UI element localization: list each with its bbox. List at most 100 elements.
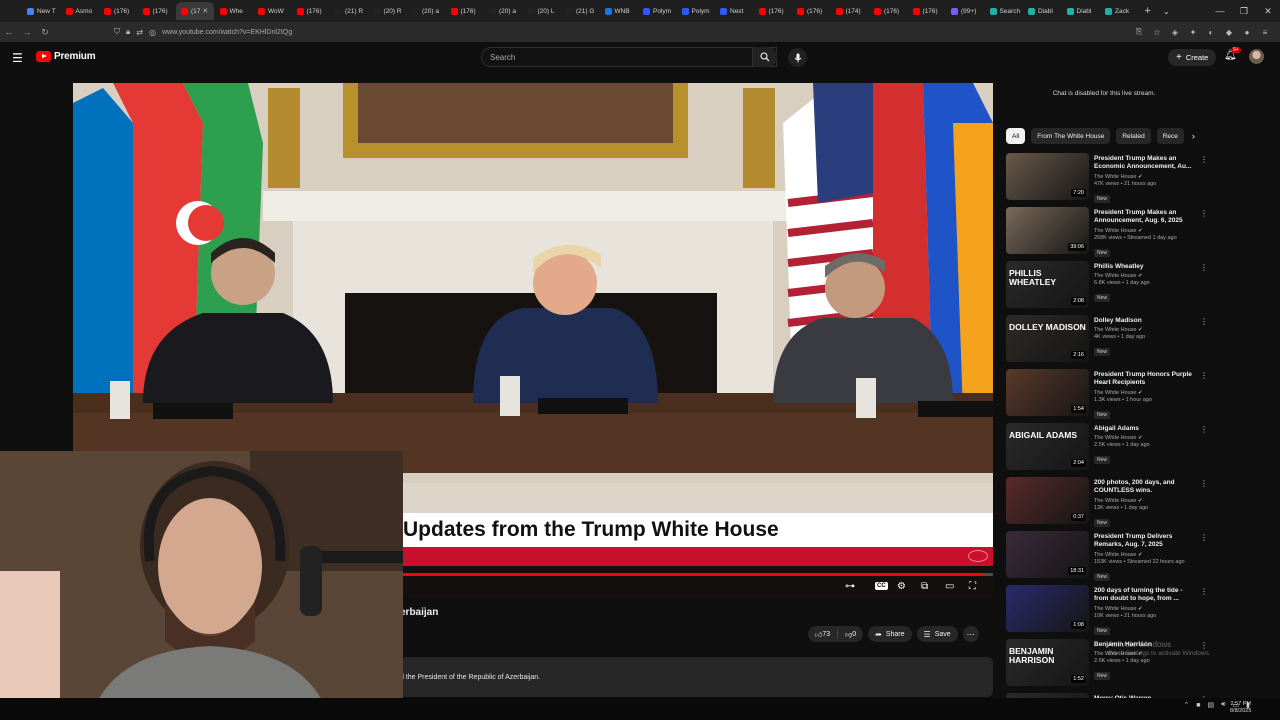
extension2-icon[interactable]: ◐ <box>1202 28 1220 37</box>
dislike-button[interactable]: 👎︎ 0 <box>838 626 863 642</box>
browser-tab[interactable]: (99+) <box>946 2 984 20</box>
youtube-logo[interactable]: Premium <box>36 51 96 62</box>
channel-name[interactable]: The White House ✔ <box>1094 273 1198 279</box>
browser-tab[interactable]: (20) L <box>523 2 561 20</box>
chevron-up-icon[interactable]: ⌃ <box>1183 701 1189 709</box>
maximize-icon[interactable]: ❐ <box>1232 6 1256 17</box>
browser-tab[interactable]: (176) <box>792 2 830 20</box>
extension-icon[interactable]: ◈ <box>1166 28 1184 37</box>
network-icon[interactable]: ▤ <box>1207 701 1214 709</box>
filter-chip[interactable]: From The White House <box>1031 128 1111 144</box>
captions-icon[interactable]: CC <box>875 582 888 590</box>
video-title-link[interactable]: Phillis Wheatley <box>1094 263 1198 271</box>
fullscreen-icon[interactable]: ⛶ <box>969 581 976 592</box>
install-app-icon[interactable]: ⎘ <box>1130 27 1148 37</box>
browser-tab[interactable]: (176) <box>908 2 946 20</box>
tracking-icon[interactable]: ◎ <box>149 28 156 37</box>
video-title-link[interactable]: President Trump Makes an Announcement, A… <box>1094 209 1198 226</box>
more-actions-icon[interactable]: ⋯ <box>962 626 979 642</box>
back-icon[interactable]: ← <box>0 27 18 37</box>
like-button[interactable]: 👍︎ 73 <box>808 626 837 642</box>
browser-tab[interactable]: Search <box>985 2 1023 20</box>
tab-search-icon[interactable]: ⌄ <box>1163 7 1170 16</box>
channel-name[interactable]: The White House ✔ <box>1094 327 1198 333</box>
more-options-icon[interactable]: ⋮ <box>1200 533 1208 542</box>
share-button[interactable]: ➦ Share <box>868 626 912 642</box>
list-item[interactable]: 18:31 President Trump Delivers Remarks, A… <box>1006 531 1210 585</box>
browser-tab[interactable]: (20) R <box>369 2 407 20</box>
forward-icon[interactable]: → <box>18 27 36 37</box>
video-title-link[interactable]: 200 photos, 200 days, and COUNTLESS wins… <box>1094 479 1198 496</box>
search-input[interactable] <box>490 52 730 62</box>
new-tab-icon[interactable]: + <box>1145 5 1151 17</box>
browser-tab[interactable]: (20) a <box>484 2 522 20</box>
chevron-right-icon[interactable]: › <box>1192 131 1195 141</box>
browser-tab[interactable]: (21) G <box>561 2 599 20</box>
video-thumbnail[interactable]: 18:31 <box>1006 531 1089 578</box>
more-options-icon[interactable]: ⋮ <box>1200 209 1208 218</box>
browser-tab[interactable]: Diabl <box>1062 2 1100 20</box>
filter-chip[interactable]: Related <box>1116 128 1151 144</box>
channel-name[interactable]: The White House ✔ <box>1094 390 1198 396</box>
video-thumbnail[interactable]: 1:08 <box>1006 585 1089 632</box>
volume-icon[interactable]: 🔊︎ <box>1221 701 1225 709</box>
minimize-icon[interactable]: — <box>1208 6 1232 16</box>
profile-icon[interactable]: ● <box>1238 28 1256 37</box>
video-title-link[interactable]: President Trump Honors Purple Heart Reci… <box>1094 371 1198 388</box>
theater-mode-icon[interactable]: ▭ <box>945 581 954 592</box>
list-item[interactable]: 1:54 President Trump Honors Purple Heart … <box>1006 369 1210 423</box>
browser-tab[interactable]: Zack <box>1100 2 1138 20</box>
extension3-icon[interactable]: ◆ <box>1220 28 1238 37</box>
video-thumbnail[interactable]: 0:37 <box>1006 477 1089 524</box>
browser-tab[interactable]: WoW <box>253 2 291 20</box>
channel-name[interactable]: The White House ✔ <box>1094 435 1198 441</box>
browser-tab[interactable]: (17 ✕ <box>176 2 214 20</box>
video-thumbnail[interactable]: 39:06 <box>1006 207 1089 254</box>
browser-tab[interactable]: Whe <box>215 2 253 20</box>
list-item[interactable]: 39:06 President Trump Makes an Announceme… <box>1006 207 1210 261</box>
voice-search-button[interactable] <box>788 48 807 67</box>
site-settings-icon[interactable]: ⇄ <box>136 28 143 37</box>
list-item[interactable]: 1:08 200 days of turning the tide - from … <box>1006 585 1210 639</box>
more-options-icon[interactable]: ⋮ <box>1200 479 1208 488</box>
browser-tab[interactable]: (176) <box>754 2 792 20</box>
video-title-link[interactable]: 200 days of turning the tide - from doub… <box>1094 587 1198 604</box>
search-button[interactable] <box>752 47 777 67</box>
autoplay-toggle-icon[interactable]: ⊶ <box>845 581 855 592</box>
video-thumbnail[interactable]: ABIGAIL ADAMS 2:04 <box>1006 423 1089 470</box>
taskbar-clock[interactable]: 2:57 PM 8/8/2025 <box>1230 701 1251 716</box>
browser-tab[interactable]: (174) <box>831 2 869 20</box>
browser-tab[interactable]: (176) <box>869 2 907 20</box>
channel-name[interactable]: The White House ✔ <box>1094 228 1198 234</box>
browser-tab[interactable]: (20) a <box>407 2 445 20</box>
settings-gear-icon[interactable]: ⚙ <box>897 581 906 592</box>
browser-tab[interactable]: Next <box>715 2 753 20</box>
app-tray-icon[interactable]: ■ <box>1196 702 1200 709</box>
list-item[interactable]: PHILLIS WHEATLEY 2:08 Phillis Wheatley The … <box>1006 261 1210 315</box>
avatar[interactable] <box>1249 49 1264 64</box>
browser-tab[interactable]: (176) <box>99 2 137 20</box>
url-field[interactable]: ⛉ 🔒︎ ⇄ ◎ www.youtube.com/watch?v=EKHlDnl… <box>114 24 1114 40</box>
list-item[interactable]: 7:20 President Trump Makes an Economic An… <box>1006 153 1210 207</box>
reload-icon[interactable]: ↻ <box>36 27 54 38</box>
bookmark-star-icon[interactable]: ☆ <box>1148 28 1166 37</box>
more-options-icon[interactable]: ⋮ <box>1200 263 1208 272</box>
video-title-link[interactable]: Dolley Madison <box>1094 317 1198 325</box>
browser-tab[interactable]: (176) <box>292 2 330 20</box>
list-item[interactable]: DOLLEY MADISON 2:16 Dolley Madison The Whit… <box>1006 315 1210 369</box>
lock-icon[interactable]: 🔒︎ <box>126 27 130 37</box>
video-thumbnail[interactable]: BENJAMIN HARRISON 1:52 <box>1006 639 1089 686</box>
browser-tab[interactable]: (21) R <box>330 2 368 20</box>
video-thumbnail[interactable]: DOLLEY MADISON 2:16 <box>1006 315 1089 362</box>
channel-name[interactable]: The White House ✔ <box>1094 174 1198 180</box>
video-title-link[interactable]: President Trump Makes an Economic Announ… <box>1094 155 1198 172</box>
create-button[interactable]: + Create <box>1168 49 1217 66</box>
more-options-icon[interactable]: ⋮ <box>1200 317 1208 326</box>
tab-close-icon[interactable]: ✕ <box>202 7 208 15</box>
video-thumbnail[interactable]: PHILLIS WHEATLEY 2:08 <box>1006 261 1089 308</box>
browser-tab[interactable]: Asmo <box>61 2 99 20</box>
browser-tab[interactable]: Diabl <box>1023 2 1061 20</box>
more-options-icon[interactable]: ⋮ <box>1200 155 1208 164</box>
save-button[interactable]: ☰ Save <box>916 626 958 642</box>
video-thumbnail[interactable]: 1:54 <box>1006 369 1089 416</box>
